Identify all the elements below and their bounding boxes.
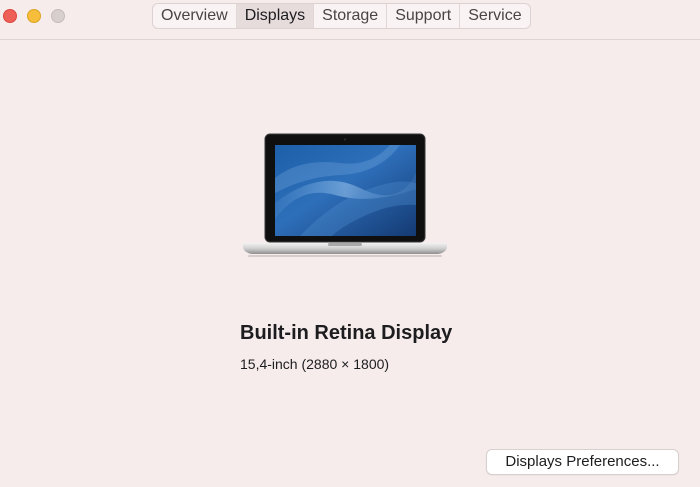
tab-displays[interactable]: Displays — [235, 4, 314, 28]
zoom-window-icon[interactable] — [51, 9, 65, 23]
displays-preferences-button[interactable]: Displays Preferences... — [486, 449, 679, 475]
display-name: Built-in Retina Display — [240, 322, 453, 344]
tab-storage[interactable]: Storage — [313, 4, 386, 28]
macbook-pro-icon — [243, 133, 447, 257]
tab-support[interactable]: Support — [386, 4, 459, 28]
tab-overview[interactable]: Overview — [153, 4, 236, 28]
tab-service[interactable]: Service — [459, 4, 529, 28]
tab-bar: Overview Displays Storage Support Servic… — [152, 3, 531, 29]
title-bar: Overview Displays Storage Support Servic… — [0, 0, 700, 40]
minimize-window-icon[interactable] — [27, 9, 41, 23]
display-specification: 15,4-inch (2880 × 1800) — [240, 356, 390, 372]
close-window-icon[interactable] — [3, 9, 17, 23]
